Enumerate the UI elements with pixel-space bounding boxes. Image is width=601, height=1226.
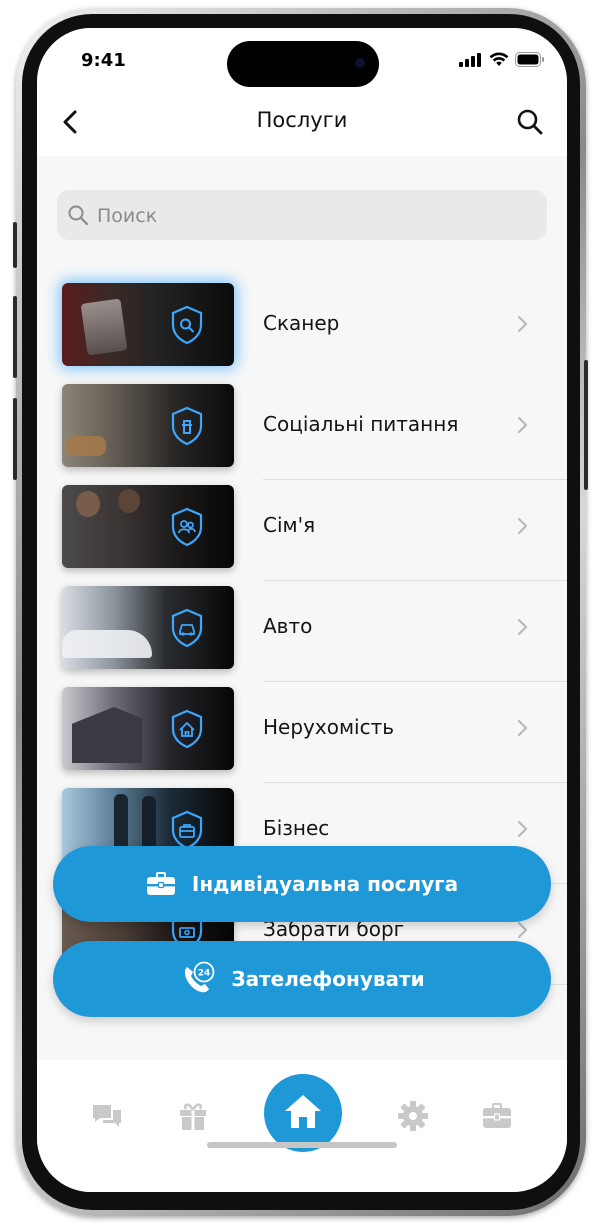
service-thumbnail	[62, 485, 234, 568]
service-label: Сканер	[263, 311, 340, 335]
tab-bar	[37, 1060, 567, 1192]
volume-up-button	[13, 296, 17, 378]
search-input[interactable]	[95, 190, 539, 242]
action-button	[13, 222, 17, 268]
chevron-right-icon	[517, 517, 528, 535]
chevron-right-icon	[517, 820, 528, 838]
service-row-realestate[interactable]: Нерухомість	[37, 682, 567, 783]
home-indicator	[207, 1142, 397, 1148]
service-row-social[interactable]: Соціальні питання	[37, 379, 567, 480]
house-icon	[171, 709, 203, 749]
briefcase-icon	[171, 810, 203, 850]
status-time: 9:41	[81, 50, 126, 71]
search-bar[interactable]	[57, 190, 547, 242]
screen: 9:41 Послуги Поиск Сканер Соціальні пита…	[37, 28, 567, 1192]
home-button[interactable]	[264, 1074, 342, 1152]
search-button[interactable]	[515, 107, 545, 137]
search-doc-icon	[171, 305, 203, 345]
call-label: Зателефонувати	[231, 967, 425, 991]
chat-icon[interactable]	[91, 1100, 123, 1132]
gift-icon[interactable]	[177, 1100, 209, 1132]
chevron-right-icon	[517, 921, 528, 939]
home-icon	[285, 1095, 321, 1128]
chevron-right-icon	[517, 719, 528, 737]
briefcase-icon[interactable]	[481, 1100, 513, 1132]
service-row-scanner[interactable]: Сканер	[37, 278, 567, 379]
service-row-family[interactable]: Сім'я	[37, 480, 567, 581]
briefcase-icon	[146, 872, 175, 895]
service-thumbnail	[62, 384, 234, 467]
chevron-right-icon	[517, 416, 528, 434]
service-row-auto[interactable]: Авто	[37, 581, 567, 682]
nav-bar: Послуги	[37, 90, 567, 156]
volume-down-button	[13, 398, 17, 480]
page-title: Послуги	[256, 108, 348, 132]
individual-service-button[interactable]: Індивідуальна послуга	[53, 846, 551, 922]
service-thumbnail	[62, 586, 234, 669]
phone-24-icon: 24	[185, 961, 215, 993]
battery-icon	[515, 52, 544, 67]
call-button[interactable]: 24 Зателефонувати	[53, 941, 551, 1017]
status-icons	[459, 52, 545, 67]
power-button	[584, 360, 588, 490]
camera-icon	[355, 58, 365, 68]
search-icon	[68, 205, 89, 226]
service-label: Сім'я	[263, 513, 316, 537]
chevron-right-icon	[517, 315, 528, 333]
service-label: Нерухомість	[263, 715, 395, 739]
service-label: Соціальні питання	[263, 412, 459, 436]
status-bar: 9:41	[37, 28, 567, 90]
people-icon	[171, 507, 203, 547]
service-label: Бізнес	[263, 816, 330, 840]
service-thumbnail	[62, 687, 234, 770]
gear-icon[interactable]	[397, 1100, 429, 1132]
wifi-icon	[489, 52, 509, 66]
chevron-right-icon	[517, 618, 528, 636]
individual-service-label: Індивідуальна послуга	[191, 872, 459, 896]
signal-icon	[459, 53, 483, 67]
car-icon	[171, 608, 203, 648]
dynamic-island	[227, 41, 379, 87]
call-badge: 24	[198, 969, 211, 979]
service-thumbnail	[62, 283, 234, 366]
fire-hydrant-icon	[171, 406, 203, 446]
service-label: Авто	[263, 614, 313, 638]
